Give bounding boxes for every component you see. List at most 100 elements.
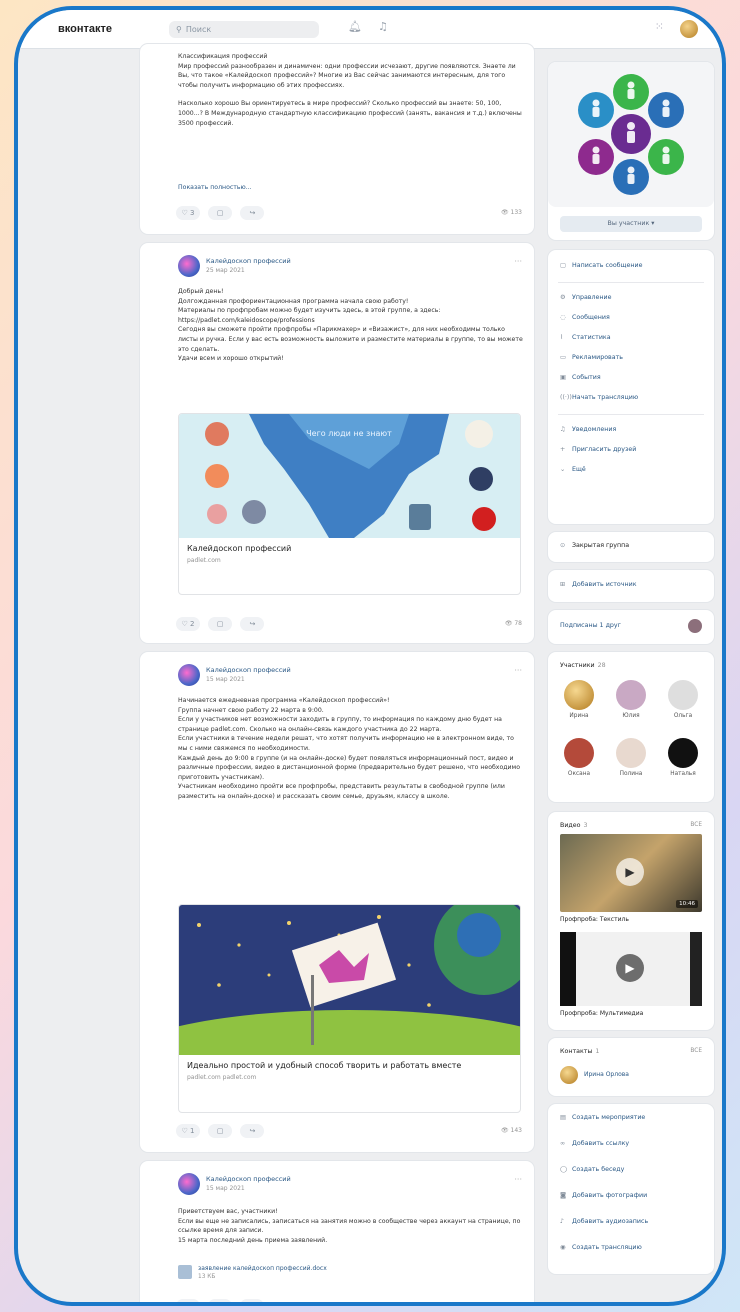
- post-date[interactable]: 15 мар 2021: [206, 1185, 245, 1192]
- group-logo[interactable]: [548, 62, 714, 207]
- more-icon[interactable]: ···: [514, 257, 522, 266]
- contact-name[interactable]: Ирина Орлова: [584, 1071, 629, 1078]
- create-event-link[interactable]: ▤ Создать мероприятие: [560, 1114, 645, 1121]
- share-button[interactable]: ↪: [240, 617, 265, 631]
- menu-events[interactable]: ▣ События: [560, 374, 601, 381]
- post-date[interactable]: 25 мар 2021: [206, 267, 245, 274]
- comment-button[interactable]: ▢: [208, 206, 233, 220]
- like-button[interactable]: ♡ 1: [176, 1124, 200, 1138]
- post-author[interactable]: Калейдоскоп профессий: [206, 257, 291, 265]
- videos-title[interactable]: Видео 3: [560, 822, 588, 829]
- post-paragraph: Участникам необходимо пройти все профпро…: [178, 783, 505, 800]
- views-count: 👁︎ 143: [501, 1127, 522, 1134]
- more-icon[interactable]: ···: [514, 1175, 522, 1184]
- attachment-caption[interactable]: Калейдоскоп профессий: [179, 540, 520, 557]
- menu-invite-friends[interactable]: + Пригласить друзей: [560, 446, 636, 453]
- member[interactable]: Ольга: [668, 680, 698, 719]
- menu-statistics[interactable]: ⌇ Статистика: [560, 334, 611, 341]
- play-icon: ▶: [616, 954, 644, 982]
- add-photos-link[interactable]: ◙ Добавить фотографии: [560, 1192, 647, 1199]
- vk-logo[interactable]: вконтакте: [58, 23, 112, 35]
- video-thumbnail[interactable]: ▶ 10:46: [560, 834, 702, 912]
- like-button[interactable]: ♡ 2: [176, 617, 200, 631]
- comment-button[interactable]: ▢: [208, 1124, 233, 1138]
- contact-avatar[interactable]: [560, 1066, 578, 1084]
- play-icon: ▶: [616, 858, 644, 886]
- post-paragraph: Начинается ежедневная программа «Калейдо…: [178, 697, 390, 704]
- views-count: 👁︎ 133: [501, 209, 522, 216]
- menu-messages[interactable]: ◌ Сообщения: [560, 314, 610, 321]
- show-more-link[interactable]: Показать полностью...: [178, 184, 252, 191]
- attachment-caption[interactable]: Идеально простой и удобный способ творит…: [179, 1057, 520, 1074]
- document-icon[interactable]: [178, 1265, 192, 1279]
- views-count: 👁︎ 78: [504, 620, 522, 627]
- attachment-image: Чего люди не знают: [179, 414, 520, 538]
- music-icon[interactable]: ♫: [378, 20, 388, 33]
- search-input[interactable]: ⚲ Поиск: [169, 21, 319, 38]
- create-stream-link[interactable]: ◉ Создать трансляцию: [560, 1244, 642, 1251]
- gear-icon: ⚙: [560, 294, 566, 301]
- post-text: Добрый день! Долгожданная профориентацио…: [178, 287, 524, 364]
- more-icon[interactable]: ···: [514, 666, 522, 675]
- divider: [558, 414, 704, 415]
- video-title[interactable]: Профпроба: Мультимедиа: [560, 1010, 643, 1017]
- post-actions: ♡ 2 ▢ ↪ 👁︎ 78: [176, 617, 522, 635]
- share-button[interactable]: ↪: [240, 1124, 265, 1138]
- friends-subscribed-link[interactable]: Подписаны 1 друг: [560, 622, 621, 629]
- member[interactable]: Оксана: [564, 738, 594, 777]
- videos-card: Видео 3 ВСЕ ▶ 10:46 Профпроба: Текстиль ▶…: [548, 812, 714, 1030]
- apps-grid-icon[interactable]: ⁙: [655, 20, 664, 33]
- add-link-link[interactable]: ∞ Добавить ссылку: [560, 1140, 629, 1147]
- member-status-button[interactable]: Вы участник ▾: [560, 216, 702, 232]
- bell-icon[interactable]: 🔔︎: [348, 20, 362, 33]
- chevron-down-icon: ⌄: [560, 466, 566, 473]
- menu-more[interactable]: ⌄ Ещё: [560, 466, 586, 473]
- members-title[interactable]: Участники 28: [560, 662, 606, 669]
- group-avatar[interactable]: [178, 1173, 200, 1195]
- create-chat-link[interactable]: ◯ Создать беседу: [560, 1166, 624, 1173]
- member[interactable]: Ирина: [564, 680, 594, 719]
- post-3: Калейдоскоп профессий 15 мар 2021 ··· На…: [140, 652, 534, 1152]
- ad-icon: ▭: [560, 354, 566, 361]
- comment-button[interactable]: ▢: [208, 1299, 233, 1302]
- menu-notifications[interactable]: ♫ Уведомления: [560, 426, 616, 433]
- contacts-all-link[interactable]: ВСЕ: [690, 1048, 702, 1054]
- member[interactable]: Юлия: [616, 680, 646, 719]
- group-avatar[interactable]: [178, 664, 200, 686]
- like-button[interactable]: ♡ 3: [176, 206, 200, 220]
- add-audio-link[interactable]: ♪ Добавить аудиозапись: [560, 1218, 648, 1225]
- comment-button[interactable]: ▢: [208, 617, 233, 631]
- document-size: 13 КБ: [198, 1274, 216, 1280]
- menu-advertise[interactable]: ▭ Рекламировать: [560, 354, 623, 361]
- link-attachment[interactable]: Идеально простой и удобный способ творит…: [178, 904, 521, 1113]
- post-text: Начинается ежедневная программа «Калейдо…: [178, 696, 524, 802]
- menu-start-stream[interactable]: ((·))Начать трансляцию: [560, 394, 638, 401]
- share-button[interactable]: ↪: [240, 206, 265, 220]
- post-text: Классификация профессий Мир профессий ра…: [178, 52, 524, 128]
- document-name[interactable]: заявление калейдоскоп профессий.docx: [198, 1265, 327, 1272]
- post-author[interactable]: Калейдоскоп профессий: [206, 666, 291, 674]
- post-date[interactable]: 15 мар 2021: [206, 676, 245, 683]
- post-paragraph: Классификация профессий: [178, 53, 268, 60]
- write-message-link[interactable]: ▢ Написать сообщение: [560, 262, 642, 269]
- video-thumbnail[interactable]: ▶: [560, 932, 702, 1006]
- calendar-icon: ▣: [560, 374, 566, 381]
- user-avatar[interactable]: [680, 20, 698, 38]
- post-author[interactable]: Калейдоскоп профессий: [206, 1175, 291, 1183]
- member[interactable]: Наталья: [668, 738, 698, 777]
- contacts-title[interactable]: Контакты 1: [560, 1048, 599, 1055]
- like-button[interactable]: ♡ 8: [176, 1299, 200, 1302]
- video-title[interactable]: Профпроба: Текстиль: [560, 916, 629, 923]
- videos-all-link[interactable]: ВСЕ: [690, 822, 702, 828]
- link-attachment[interactable]: Чего люди не знают Калейдоскоп профессий…: [178, 413, 521, 595]
- chat-icon: ◌: [560, 314, 566, 321]
- post-paragraph: Если вы еще не записались, записаться на…: [178, 1217, 521, 1235]
- menu-manage[interactable]: ⚙ Управление: [560, 294, 612, 301]
- share-button[interactable]: ↪: [240, 1299, 265, 1302]
- friend-avatar[interactable]: [688, 619, 702, 633]
- add-source-link[interactable]: ⊞ Добавить источник: [560, 581, 637, 588]
- post-paragraph: Мир профессий разнообразен и динамичен: …: [178, 62, 516, 89]
- member[interactable]: Полина: [616, 738, 646, 777]
- group-avatar[interactable]: [178, 255, 200, 277]
- closed-group-card: ⊙ Закрытая группа: [548, 532, 714, 562]
